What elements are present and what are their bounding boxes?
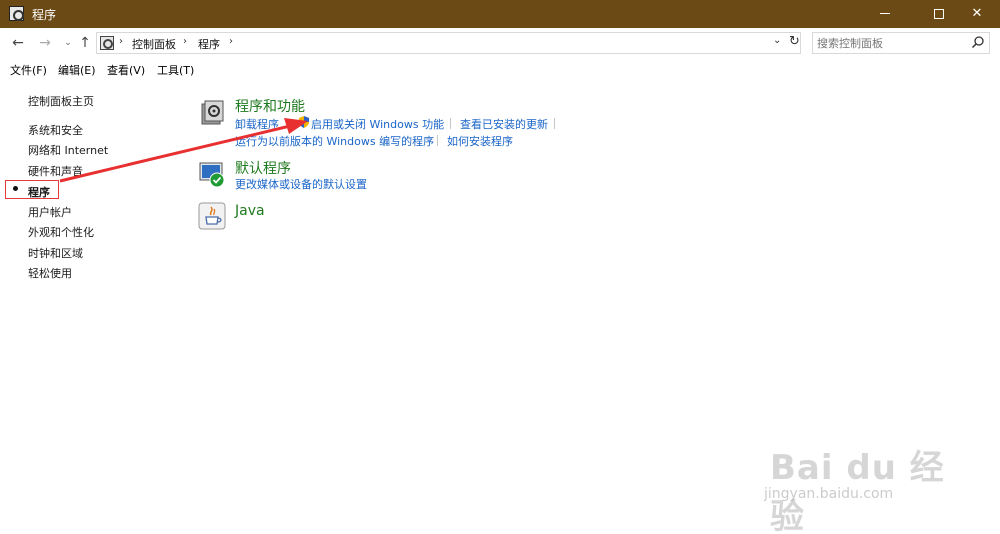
menu-bar: 文件(F) 编辑(E) 查看(V) 工具(T) <box>0 58 1000 80</box>
programs-features-icon <box>201 100 224 125</box>
navigation-bar: ← → ⌄ ↑ › 控制面板 › 程序 › ⌄ ↻ <box>0 28 1000 58</box>
forward-button[interactable]: → <box>36 34 54 52</box>
address-bar[interactable]: › 控制面板 › 程序 › ⌄ ↻ <box>96 32 801 54</box>
java-icon <box>198 202 226 230</box>
active-bullet-icon <box>13 186 18 191</box>
category-title-java[interactable]: Java <box>235 203 265 219</box>
sidebar-item-clock-region[interactable]: 时钟和区域 <box>28 245 83 261</box>
link-view-installed-updates[interactable]: 查看已安装的更新 <box>460 116 548 132</box>
menu-view[interactable]: 查看(V) <box>107 62 145 78</box>
refresh-button[interactable]: ↻ <box>789 34 800 49</box>
sidebar-item-user-accounts[interactable]: 用户帐户 <box>28 204 72 220</box>
breadcrumb-separator[interactable]: › <box>229 36 233 47</box>
breadcrumb-programs[interactable]: 程序 <box>198 36 220 52</box>
up-button[interactable]: ↑ <box>76 34 94 52</box>
baidu-watermark: Bai du 经验 jingyan.baidu.com <box>760 420 960 534</box>
sidebar-item-programs[interactable]: 程序 <box>28 184 50 200</box>
recent-locations-button[interactable]: ⌄ <box>59 34 77 52</box>
sidebar-item-appearance[interactable]: 外观和个性化 <box>28 224 94 240</box>
breadcrumb-separator[interactable]: › <box>119 36 123 47</box>
uac-shield-icon <box>299 116 309 128</box>
link-separator <box>450 118 451 129</box>
sidebar-item-hardware-sound[interactable]: 硬件和声音 <box>28 163 83 179</box>
sidebar-item-network-internet[interactable]: 网络和 Internet <box>28 142 108 158</box>
link-separator <box>554 118 555 129</box>
back-button[interactable]: ← <box>9 34 27 52</box>
menu-tools[interactable]: 工具(T) <box>157 62 194 78</box>
menu-file[interactable]: 文件(F) <box>10 62 47 78</box>
menu-edit[interactable]: 编辑(E) <box>58 62 96 78</box>
minimize-icon <box>880 13 890 14</box>
link-separator <box>437 135 438 146</box>
control-panel-app-icon <box>9 6 24 21</box>
window-title: 程序 <box>32 8 57 22</box>
title-bar: 程序 ✕ <box>0 0 1000 28</box>
link-turn-windows-features[interactable]: 启用或关闭 Windows 功能 <box>311 116 444 132</box>
watermark-url: jingyan.baidu.com <box>764 486 894 502</box>
search-icon[interactable] <box>971 35 985 49</box>
default-programs-icon <box>199 162 225 188</box>
link-uninstall-program[interactable]: 卸载程序 <box>235 116 279 132</box>
search-input[interactable] <box>817 35 967 51</box>
address-dropdown-button[interactable]: ⌄ <box>773 35 781 46</box>
link-run-older-programs[interactable]: 运行为以前版本的 Windows 编写的程序 <box>235 133 434 149</box>
sidebar-item-system-security[interactable]: 系统和安全 <box>28 122 83 138</box>
breadcrumb-control-panel[interactable]: 控制面板 <box>132 36 176 52</box>
control-panel-icon <box>100 36 114 50</box>
sidebar: 控制面板主页 系统和安全 网络和 Internet 硬件和声音 程序 用户帐户 … <box>0 80 180 534</box>
maximize-icon <box>934 8 944 19</box>
close-button[interactable]: ✕ <box>954 0 1000 28</box>
sidebar-item-control-panel-home[interactable]: 控制面板主页 <box>28 93 94 109</box>
category-title-programs-features[interactable]: 程序和功能 <box>235 96 305 116</box>
link-how-to-install[interactable]: 如何安装程序 <box>447 133 513 149</box>
breadcrumb-separator[interactable]: › <box>183 36 187 47</box>
search-box[interactable] <box>812 32 990 54</box>
sidebar-item-ease-of-access[interactable]: 轻松使用 <box>28 265 72 281</box>
minimize-button[interactable] <box>862 0 908 28</box>
category-title-default-programs[interactable]: 默认程序 <box>235 158 291 178</box>
link-change-media-defaults[interactable]: 更改媒体或设备的默认设置 <box>235 176 367 192</box>
